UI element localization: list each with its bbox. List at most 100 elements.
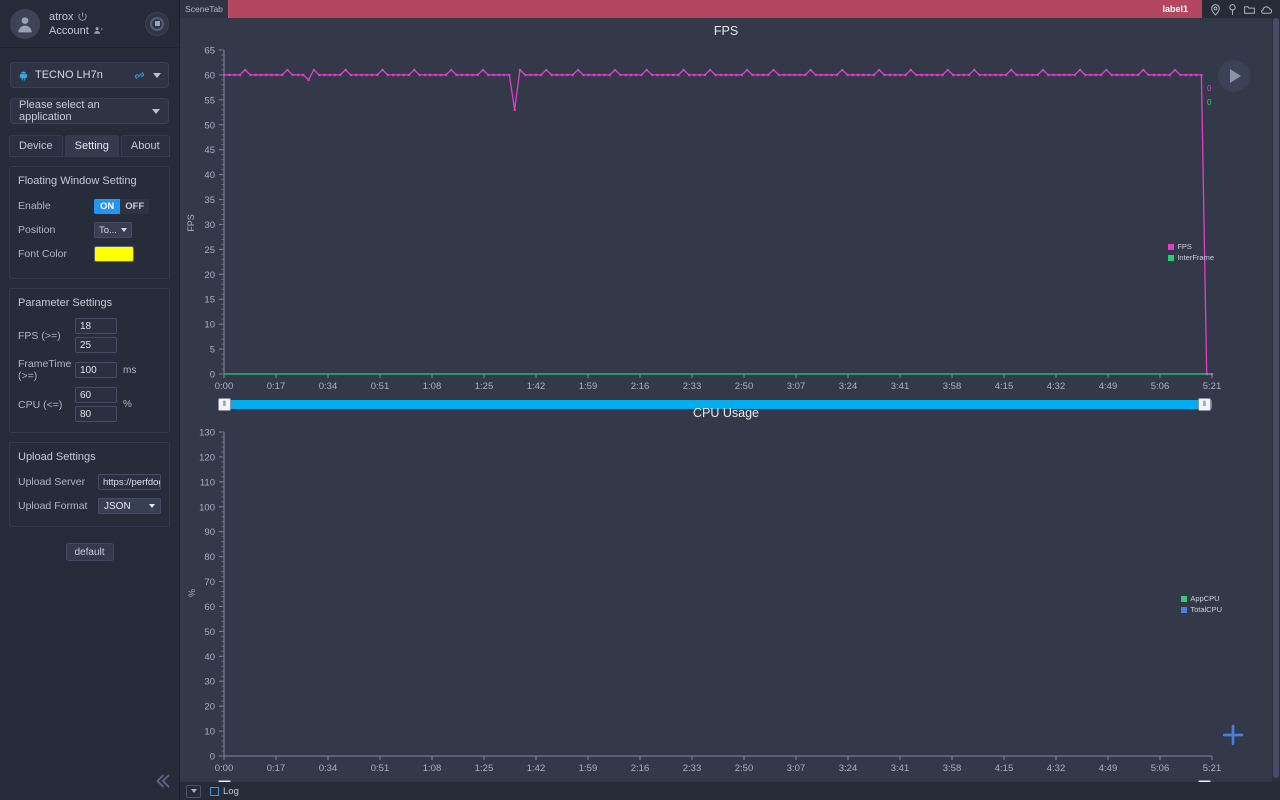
log-checkbox[interactable] — [210, 786, 219, 796]
legend-label-fps: FPS — [1177, 242, 1192, 251]
marker-pin-icon[interactable] — [1226, 3, 1239, 16]
position-select[interactable]: To... — [94, 222, 132, 238]
device-selector[interactable]: TECNO LH7n — [10, 62, 169, 88]
svg-text:40: 40 — [204, 170, 215, 181]
chevron-down-icon[interactable] — [152, 108, 160, 114]
add-metric-button[interactable] — [1216, 718, 1250, 752]
legend-item-fps[interactable]: FPS — [1168, 241, 1214, 252]
chevron-down-icon[interactable] — [121, 228, 127, 232]
scene-tab[interactable]: SceneTab — [180, 0, 228, 18]
tab-setting[interactable]: Setting — [64, 135, 119, 156]
legend-item-totalcpu[interactable]: TotalCPU — [1181, 604, 1222, 615]
svg-text:5: 5 — [210, 345, 215, 356]
scrollbar-thumb[interactable] — [1273, 18, 1279, 778]
upload-settings-group: Upload Settings Upload Server https://pe… — [9, 442, 170, 527]
svg-text:0:51: 0:51 — [371, 763, 390, 774]
application-select[interactable]: Please select an application — [10, 98, 169, 124]
toggle-on-option[interactable]: ON — [94, 198, 121, 214]
power-icon[interactable] — [77, 11, 88, 22]
location-pin-icon[interactable] — [1209, 3, 1222, 16]
account-bar: atrox Account — [0, 0, 179, 48]
svg-text:2:50: 2:50 — [735, 381, 754, 392]
svg-text:30: 30 — [204, 677, 215, 688]
record-inner-ring — [150, 16, 164, 31]
svg-text:90: 90 — [204, 527, 215, 538]
tab-about[interactable]: About — [120, 135, 170, 156]
label-tab[interactable]: label1 — [228, 0, 1202, 18]
svg-text:4:49: 4:49 — [1099, 381, 1118, 392]
upload-server-row: Upload Server https://perfdog. — [18, 472, 161, 492]
vertical-scrollbar[interactable] — [1272, 18, 1280, 782]
svg-text:3:24: 3:24 — [839, 381, 858, 392]
cpu-plot-svg[interactable]: 0 10 20 30 40 50 60 70 80 90 100 110 120 130 0:00 0:17 0… — [180, 420, 1272, 780]
scene-tab-bar: SceneTab label1 — [180, 0, 1280, 18]
svg-text:120: 120 — [199, 452, 215, 463]
folder-icon[interactable] — [1243, 3, 1256, 16]
fps-threshold-inputs: 18 25 — [75, 318, 117, 353]
device-name: TECNO LH7n — [35, 69, 103, 81]
svg-text:30: 30 — [204, 220, 215, 231]
toggle-off-option[interactable]: OFF — [120, 198, 150, 214]
upload-format-select[interactable]: JSON — [98, 498, 161, 514]
cpu-threshold-input-2[interactable]: 80 — [75, 406, 117, 422]
svg-text:110: 110 — [200, 477, 215, 488]
svg-text:5:06: 5:06 — [1151, 381, 1170, 392]
expand-panel-button[interactable] — [186, 784, 201, 798]
application-select-value: Please select an application — [19, 99, 100, 123]
legend-item-interframe[interactable]: InterFrame — [1168, 252, 1214, 263]
svg-text:2:16: 2:16 — [631, 381, 650, 392]
collapse-sidebar-button[interactable] — [151, 770, 173, 797]
frametime-row: FrameTime (>=) 100 ms — [18, 358, 161, 382]
svg-text:0:51: 0:51 — [371, 381, 390, 392]
svg-text:4:15: 4:15 — [995, 763, 1014, 774]
account-sub-row[interactable]: Account — [49, 25, 145, 37]
svg-text:0:00: 0:00 — [215, 763, 234, 774]
account-username: atrox — [49, 10, 74, 23]
fps-threshold-row: FPS (>=) 18 25 — [18, 318, 161, 353]
font-color-swatch[interactable] — [94, 246, 134, 262]
svg-text:1:59: 1:59 — [579, 381, 598, 392]
svg-text:10: 10 — [204, 320, 215, 331]
add-user-icon[interactable] — [93, 25, 104, 36]
chevron-down-icon[interactable] — [153, 72, 161, 78]
chevron-down-icon[interactable] — [149, 504, 155, 508]
record-square — [154, 21, 160, 26]
fps-threshold-input-1[interactable]: 18 — [75, 318, 117, 334]
svg-text:4:32: 4:32 — [1047, 763, 1066, 774]
svg-text:1:25: 1:25 — [475, 763, 494, 774]
upload-server-input[interactable]: https://perfdog. — [98, 474, 161, 490]
frametime-input[interactable]: 100 — [75, 362, 117, 378]
legend-label-interframe: InterFrame — [1177, 253, 1214, 263]
legend-label-totalcpu: TotalCPU — [1190, 605, 1222, 615]
log-label: Log — [223, 785, 239, 797]
parameter-settings-group: Parameter Settings FPS (>=) 18 25 FrameT… — [9, 288, 170, 433]
label-tab-text: label1 — [1162, 4, 1188, 14]
plus-icon — [1222, 724, 1244, 746]
cloud-icon[interactable] — [1260, 3, 1273, 16]
legend-item-appcpu[interactable]: AppCPU — [1181, 593, 1222, 604]
legend-swatch-interframe — [1168, 254, 1175, 261]
play-button[interactable] — [1218, 60, 1250, 92]
svg-text:20: 20 — [204, 270, 215, 281]
fps-threshold-input-2[interactable]: 25 — [75, 337, 117, 353]
interframe-end-value: 0 — [1207, 98, 1212, 107]
upload-format-value: JSON — [104, 500, 131, 512]
svg-text:2:50: 2:50 — [735, 763, 754, 774]
upload-format-row: Upload Format JSON — [18, 496, 161, 516]
svg-text:1:42: 1:42 — [527, 381, 546, 392]
tab-device[interactable]: Device — [9, 135, 63, 156]
fps-threshold-label: FPS (>=) — [18, 329, 61, 342]
svg-text:0:17: 0:17 — [267, 381, 286, 392]
floating-window-title: Floating Window Setting — [18, 175, 137, 187]
svg-text:1:08: 1:08 — [423, 763, 442, 774]
fps-plot-svg[interactable]: 0 5 10 15 20 25 30 35 40 45 50 55 60 65 0:00 0:17 0:34 0:… — [180, 38, 1272, 398]
log-checkbox-row[interactable]: Log — [210, 786, 239, 797]
default-button[interactable]: default — [65, 543, 114, 561]
svg-text:130: 130 — [199, 428, 215, 439]
record-stop-button[interactable] — [145, 11, 169, 36]
cpu-threshold-input-1[interactable]: 60 — [75, 387, 117, 403]
enable-toggle[interactable]: ON OFF — [94, 198, 150, 214]
cpu-threshold-row: CPU (<=) 60 80 % — [18, 387, 161, 422]
cpu-chart-block: CPU Usage % 0 10 20 30 40 50 60 70 80 90 100 110 120… — [180, 400, 1272, 793]
usb-link-icon[interactable] — [133, 69, 146, 82]
